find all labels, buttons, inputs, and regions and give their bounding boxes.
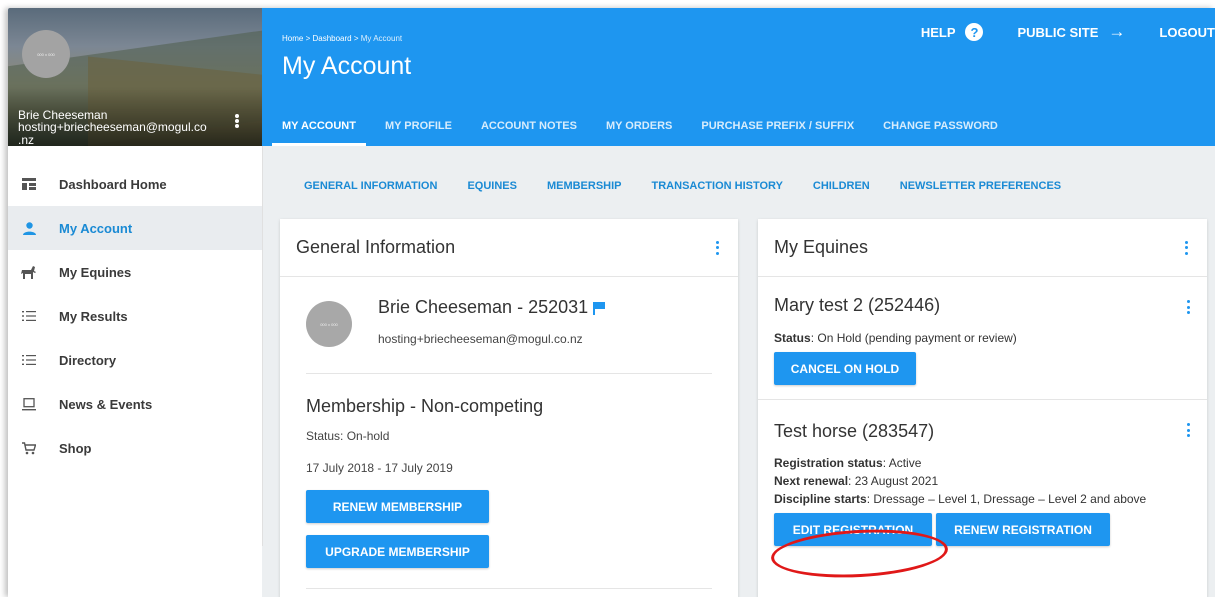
section-link-transaction-history[interactable]: TRANSACTION HISTORY <box>652 180 783 192</box>
section-link-children[interactable]: CHILDREN <box>813 180 870 192</box>
membership-title: Membership - Non-competing <box>306 396 544 416</box>
edit-registration-button[interactable]: EDIT REGISTRATION <box>774 513 932 546</box>
help-icon: ? <box>965 23 984 41</box>
sidebar: 000 x 000 Brie Cheeseman hosting+brieche… <box>8 8 262 597</box>
more-vert-icon[interactable] <box>1183 299 1193 315</box>
card-header: My Equines <box>758 219 1207 277</box>
section-link-general-information[interactable]: GENERAL INFORMATION <box>304 180 437 192</box>
section-link-equines[interactable]: EQUINES <box>467 180 517 192</box>
avatar[interactable]: 000 x 000 <box>22 30 70 78</box>
more-vert-icon[interactable] <box>712 240 722 256</box>
equine-item: Mary test 2 (252446) Status: On Hold (pe… <box>758 277 1207 400</box>
sidebar-item-news-events[interactable]: News & Events <box>8 382 262 426</box>
renew-registration-button[interactable]: RENEW REGISTRATION <box>936 513 1110 546</box>
tab-my-profile[interactable]: MY PROFILE <box>385 106 452 146</box>
arrow-right-icon: → <box>1108 22 1126 41</box>
profile-banner: 000 x 000 Brie Cheeseman hosting+brieche… <box>8 8 262 146</box>
more-vert-icon[interactable] <box>1181 240 1191 256</box>
top-actions: HELP ? PUBLIC SITE → LOGOUT <box>887 22 1215 42</box>
breadcrumb-dashboard[interactable]: Dashboard <box>312 34 351 43</box>
upgrade-membership-button[interactable]: UPGRADE MEMBERSHIP <box>306 535 489 568</box>
cancel-on-hold-button[interactable]: CANCEL ON HOLD <box>774 352 916 385</box>
tab-account-notes[interactable]: ACCOUNT NOTES <box>481 106 577 146</box>
equine-name: Mary test 2 (252446) <box>774 295 941 315</box>
dashboard-icon <box>20 175 38 193</box>
tab-my-account[interactable]: MY ACCOUNT <box>272 106 366 146</box>
renew-membership-button[interactable]: RENEW MEMBERSHIP <box>306 490 489 523</box>
cart-icon <box>20 439 38 457</box>
public-site-link[interactable]: PUBLIC SITE → <box>1017 22 1125 42</box>
sidebar-item-my-account[interactable]: My Account <box>8 206 262 250</box>
sidebar-nav: Dashboard Home My Account My Equines My … <box>8 162 262 470</box>
sidebar-item-shop[interactable]: Shop <box>8 426 262 470</box>
more-vert-icon[interactable] <box>1183 422 1193 438</box>
next-renewal: Next renewal: 23 August 2021 <box>774 474 939 488</box>
sidebar-item-directory[interactable]: Directory <box>8 338 262 382</box>
member-profile: 000 x 000 Brie Cheeseman - 252031 hostin… <box>306 297 712 374</box>
sidebar-item-dashboard-home[interactable]: Dashboard Home <box>8 162 262 206</box>
tab-change-password[interactable]: CHANGE PASSWORD <box>883 106 998 146</box>
membership-status: Status: On-hold <box>306 429 390 443</box>
logout-link[interactable]: LOGOUT <box>1159 25 1215 40</box>
discipline-starts: Discipline starts: Dressage – Level 1, D… <box>774 492 1147 506</box>
card-header: General Information <box>280 219 738 277</box>
general-information-card: General Information 000 x 000 Brie Chees… <box>280 219 738 597</box>
tab-purchase-prefix-suffix[interactable]: PURCHASE PREFIX / SUFFIX <box>701 106 854 146</box>
page-title: My Account <box>282 52 412 80</box>
avatar: 000 x 000 <box>306 301 352 347</box>
top-header: Home > Dashboard > My Account My Account… <box>262 8 1215 146</box>
sidebar-item-my-equines[interactable]: My Equines <box>8 250 262 294</box>
card-title: General Information <box>296 237 456 257</box>
numbered-list-icon <box>20 307 38 325</box>
equine-item: Test horse (283547) Registration status:… <box>758 400 1207 597</box>
user-menu-icon[interactable] <box>230 112 244 130</box>
card-title: My Equines <box>774 237 869 257</box>
account-tabs: MY ACCOUNT MY PROFILE ACCOUNT NOTES MY O… <box>272 106 1027 146</box>
section-nav: GENERAL INFORMATION EQUINES MEMBERSHIP T… <box>262 146 1215 226</box>
tab-my-orders[interactable]: MY ORDERS <box>606 106 672 146</box>
breadcrumb-home[interactable]: Home <box>282 34 303 43</box>
section-link-newsletter-preferences[interactable]: NEWSLETTER PREFERENCES <box>900 180 1061 192</box>
member-name: Brie Cheeseman - 252031 <box>378 297 606 318</box>
section-link-membership[interactable]: MEMBERSHIP <box>547 180 622 192</box>
my-equines-card: My Equines Mary test 2 (252446) Status: … <box>758 219 1207 597</box>
breadcrumb-current: My Account <box>360 34 403 43</box>
user-email: hosting+briecheeseman@mogul.co .nz <box>18 120 207 147</box>
breadcrumb: Home > Dashboard > My Account <box>282 34 403 43</box>
equine-name: Test horse (283547) <box>774 421 935 441</box>
sidebar-item-my-results[interactable]: My Results <box>8 294 262 338</box>
person-icon <box>20 219 38 237</box>
flag-icon <box>593 301 606 315</box>
help-link[interactable]: HELP ? <box>921 23 984 41</box>
horse-icon <box>20 263 38 281</box>
member-email: hosting+briecheeseman@mogul.co.nz <box>378 332 583 346</box>
membership-dates: 17 July 2018 - 17 July 2019 <box>306 461 453 475</box>
registration-status: Registration status: Active <box>774 456 922 470</box>
list-icon <box>20 351 38 369</box>
laptop-icon <box>20 395 38 413</box>
equine-status: Status: On Hold (pending payment or revi… <box>774 331 1017 345</box>
